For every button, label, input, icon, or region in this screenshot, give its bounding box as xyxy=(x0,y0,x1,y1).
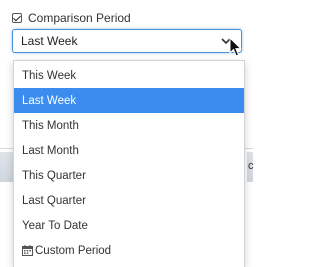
option-last-week[interactable]: Last Week xyxy=(14,88,244,113)
comparison-period-select[interactable]: Last Week xyxy=(12,29,242,53)
calendar-icon xyxy=(22,245,33,256)
option-year-to-date[interactable]: Year To Date xyxy=(14,213,244,238)
option-custom-period[interactable]: Custom Period xyxy=(14,238,244,263)
option-label: This Week xyxy=(22,69,77,82)
option-last-quarter[interactable]: Last Quarter xyxy=(14,188,244,213)
comparison-period-checkbox[interactable] xyxy=(12,13,22,23)
option-last-month[interactable]: Last Month xyxy=(14,138,244,163)
option-label: Last Quarter xyxy=(22,194,86,207)
option-label: Last Month xyxy=(22,144,79,157)
option-label: Custom Period xyxy=(35,244,112,257)
option-this-week[interactable]: This Week xyxy=(14,63,244,88)
period-dropdown: This Week Last Week This Month Last Mont… xyxy=(13,60,245,267)
option-label: This Quarter xyxy=(22,169,86,182)
background-partial-text: c xyxy=(248,160,254,172)
option-label: Year To Date xyxy=(22,219,88,232)
select-value: Last Week xyxy=(21,34,78,48)
option-label: This Month xyxy=(22,119,79,132)
comparison-period-label: Comparison Period xyxy=(28,11,131,25)
mouse-pointer-icon xyxy=(229,37,243,57)
option-this-month[interactable]: This Month xyxy=(14,113,244,138)
option-label: Last Week xyxy=(22,94,77,107)
comparison-period-row[interactable]: Comparison Period xyxy=(12,10,131,26)
option-this-quarter[interactable]: This Quarter xyxy=(14,163,244,188)
